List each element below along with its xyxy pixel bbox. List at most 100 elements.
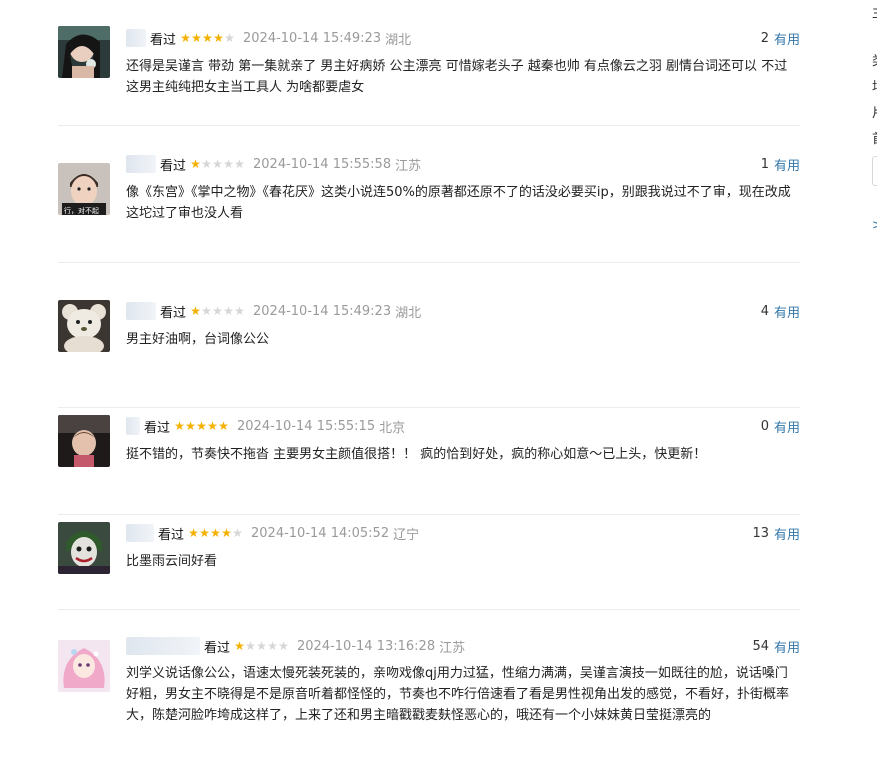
review-location: 湖北 [385,32,412,48]
star-filled-icon: ★ [234,639,245,653]
username[interactable] [126,155,156,173]
vote-area: 1 有用 [761,154,800,174]
star-empty-icon: ★ [234,304,245,318]
star-filled-icon: ★ [174,419,185,433]
review-item: 看过 ★ ★ ★ ★ ★ 2024-10-14 15:49:23 湖北 2 有用 还得是… [58,0,800,126]
vote-area: 2 有用 [761,28,800,48]
useful-button[interactable]: 有用 [774,417,800,436]
star-filled-icon: ★ [185,419,196,433]
sidebar-clipped: 主 类 场 片 首 > [866,0,877,260]
review-meta: 看过 ★ ★ ★ ★ ★ 2024-10-14 15:55:15 北京 [126,416,405,436]
rating-stars: ★ ★ ★ ★ ★ [180,31,235,45]
rating-stars: ★ ★ ★ ★ ★ [234,639,289,653]
review-meta: 看过 ★ ★ ★ ★ ★ 2024-10-14 15:49:23 湖北 [126,301,421,321]
star-empty-icon: ★ [201,157,212,171]
star-empty-icon: ★ [223,304,234,318]
user-avatar-image [58,415,110,467]
star-empty-icon: ★ [212,157,223,171]
star-filled-icon: ★ [191,31,202,45]
sidebar-text: 类 [872,50,877,69]
useful-button[interactable]: 有用 [774,302,800,321]
review-time: 2024-10-14 15:55:15 [237,418,376,434]
review-meta: 看过 ★ ★ ★ ★ ★ 2024-10-14 15:55:58 江苏 [126,154,421,174]
rating-stars: ★ ★ ★ ★ ★ [188,526,243,540]
vote-count: 13 [752,525,769,541]
sidebar-button[interactable] [872,156,877,186]
username[interactable] [126,417,140,435]
review-item: 看过 ★ ★ ★ ★ ★ 2024-10-14 15:49:23 湖北 4 有用 男主好… [58,263,800,408]
avatar[interactable]: 行，对不起 [58,163,110,215]
sidebar-text: 片 [872,102,877,121]
avatar[interactable] [58,415,110,467]
username[interactable] [126,637,200,655]
review-content: 比墨雨云间好看 [126,554,218,569]
vote-count: 54 [752,638,769,654]
review-content: 还得是吴谨言 带劲 第一集就亲了 男主好病娇 公主漂亮 可惜嫁老头子 越秦也帅 … [126,59,788,95]
more-link-icon[interactable]: > [872,218,877,233]
star-filled-icon: ★ [207,419,218,433]
star-empty-icon: ★ [201,304,212,318]
useful-button[interactable]: 有用 [774,155,800,174]
review-meta: 看过 ★ ★ ★ ★ ★ 2024-10-14 13:16:28 江苏 [126,636,465,656]
username[interactable] [126,524,154,542]
user-avatar-image: 行，对不起 [58,163,110,215]
star-filled-icon: ★ [199,526,210,540]
watch-status: 看过 [204,640,231,656]
star-empty-icon: ★ [234,157,245,171]
watch-status: 看过 [144,420,171,436]
star-filled-icon: ★ [190,304,201,318]
star-filled-icon: ★ [218,419,229,433]
username[interactable] [126,29,146,47]
user-avatar-image [58,640,110,692]
review-location: 江苏 [439,640,466,656]
star-filled-icon: ★ [210,526,221,540]
star-filled-icon: ★ [180,31,191,45]
sidebar-text: 主 [872,2,877,21]
useful-button[interactable]: 有用 [774,637,800,656]
star-empty-icon: ★ [232,526,243,540]
review-content: 刘学义说话像公公，语速太慢死装死装的，亲吻戏像qj用力过猛，性缩力满满，吴谨言演… [126,666,790,723]
rating-stars: ★ ★ ★ ★ ★ [190,304,245,318]
star-empty-icon: ★ [256,639,267,653]
review-meta: 看过 ★ ★ ★ ★ ★ 2024-10-14 14:05:52 辽宁 [126,523,419,543]
star-filled-icon: ★ [196,419,207,433]
sidebar-text: 首 [872,128,877,147]
vote-area: 0 有用 [761,416,800,436]
useful-button[interactable]: 有用 [774,29,800,48]
vote-count: 2 [760,30,769,46]
user-avatar-image [58,300,110,352]
avatar[interactable] [58,300,110,352]
watch-status: 看过 [160,158,187,174]
review-time: 2024-10-14 15:49:23 [253,303,392,319]
review-item: 行，对不起 看过 ★ ★ ★ ★ ★ 2024-10-14 15:55:58 江苏 1 … [58,126,800,263]
star-filled-icon: ★ [188,526,199,540]
review-item: 看过 ★ ★ ★ ★ ★ 2024-10-14 14:05:52 辽宁 13 有用 比墨… [58,515,800,610]
avatar[interactable] [58,640,110,692]
vote-count: 4 [760,303,769,319]
useful-button[interactable]: 有用 [774,524,800,543]
review-list: 看过 ★ ★ ★ ★ ★ 2024-10-14 15:49:23 湖北 2 有用 还得是… [58,0,800,774]
vote-count: 0 [760,418,769,434]
star-empty-icon: ★ [212,304,223,318]
star-empty-icon: ★ [267,639,278,653]
review-item: 看过 ★ ★ ★ ★ ★ 2024-10-14 13:16:28 江苏 54 有用 刘学… [58,610,800,774]
review-content: 像《东宫》《掌中之物》《春花厌》这类小说连50%的原著都还原不了的话没必要买ip… [126,185,791,221]
review-time: 2024-10-14 15:55:58 [253,156,392,172]
user-avatar-image [58,26,110,78]
review-location: 江苏 [395,158,422,174]
star-empty-icon: ★ [223,157,234,171]
avatar[interactable] [58,522,110,574]
user-avatar-image [58,522,110,574]
review-location: 辽宁 [393,527,420,543]
username[interactable] [126,302,156,320]
review-location: 北京 [379,420,406,436]
review-item: 看过 ★ ★ ★ ★ ★ 2024-10-14 15:55:15 北京 0 有用 挺不错… [58,408,800,515]
avatar[interactable] [58,26,110,78]
review-time: 2024-10-14 14:05:52 [251,525,390,541]
review-content: 挺不错的，节奏快不拖沓 主要男女主颜值很搭！！ 疯的恰到好处，疯的称心如意～已上… [126,447,707,462]
watch-status: 看过 [160,305,187,321]
star-empty-icon: ★ [245,639,256,653]
review-location: 湖北 [395,305,422,321]
vote-area: 4 有用 [761,301,800,321]
avatar-caption: 行，对不起 [64,206,99,215]
